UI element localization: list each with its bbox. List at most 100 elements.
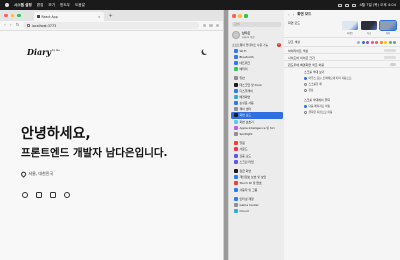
appearance-option[interactable]: 자동 (379, 20, 397, 35)
close-window-button[interactable] (4, 13, 8, 18)
theme-toggle-moon-icon[interactable] (203, 48, 209, 54)
zoom-window-button[interactable] (17, 13, 21, 18)
sidebar-item-icon (233, 147, 238, 152)
blog-icon[interactable] (64, 192, 70, 198)
instagram-icon[interactable] (50, 192, 56, 198)
accent-color-swatch[interactable] (366, 40, 369, 44)
account-row[interactable]: 남다은 Apple 계정 (229, 30, 284, 39)
highlight-select[interactable] (384, 49, 396, 52)
sidebar-item[interactable]: 화면 보호기 (231, 119, 283, 125)
menu-bar: 시스템 설정 편집 보기 윈도우 도움말 4월 7일 (목) 오후 4:04 (0, 0, 400, 10)
radio-icon (304, 88, 307, 92)
accent-color-swatch[interactable] (361, 40, 365, 44)
settings-minimize-button[interactable] (238, 14, 242, 18)
sidebar-item-icon (233, 159, 238, 164)
appearance-option[interactable]: 라이트 (342, 21, 358, 35)
sidebar-item[interactable]: Bluetooth (231, 54, 283, 60)
accent-color-swatch[interactable] (379, 40, 383, 44)
accent-color-swatch[interactable] (388, 40, 392, 44)
wallpaper-tint-toggle[interactable] (390, 63, 396, 66)
browser-tab[interactable]: React App × (33, 12, 104, 21)
site-info-icon[interactable] (27, 24, 30, 27)
sidebar-item[interactable]: 사운드 (231, 146, 283, 152)
site-logo[interactable]: Diaryby me (27, 47, 60, 57)
linkedin-icon[interactable] (36, 192, 42, 198)
settings-search-input[interactable]: 검색 (232, 21, 281, 27)
sidebar-item-label: 화면 보호기 (239, 119, 254, 124)
appearance-option-label: 라이트 (346, 32, 354, 35)
forward-icon[interactable]: › (10, 23, 12, 28)
github-icon[interactable] (22, 192, 28, 198)
apple-menu-icon[interactable] (5, 3, 9, 7)
sidebar-item[interactable]: iCloud (231, 208, 283, 214)
accent-color-swatch[interactable] (375, 40, 378, 44)
sidebar-item-icon (233, 101, 238, 106)
browser-window: React App × + ‹ › ↻ localhost:3773 Diary… (0, 10, 224, 260)
click-section-label: 스크롤 막대에서 클릭 (304, 98, 330, 102)
back-icon[interactable]: ‹ (4, 23, 6, 28)
sidebar-item-icon (233, 196, 238, 201)
extensions-icon[interactable] (202, 23, 206, 28)
accent-row: 강조 색상 (284, 38, 400, 47)
address-bar[interactable]: localhost:3773 (23, 22, 199, 29)
accent-color-swatch[interactable] (384, 40, 387, 44)
browser-menu-icon[interactable] (215, 23, 219, 28)
sidebar-item-label: Game Center (239, 202, 259, 207)
web-page: Diaryby me 안녕하세요, 프론트엔드 개발자 남다은입니다. 서울, … (0, 31, 223, 260)
accent-color-options (357, 38, 396, 46)
sidebar-item[interactable]: 집중 모드 (231, 153, 283, 159)
sidebar-item-label: 사용자 및 그룹 (239, 187, 258, 192)
control-center-icon[interactable] (352, 3, 357, 7)
sidebar-item-icon (233, 125, 238, 130)
sidebar-item-icon (233, 107, 238, 112)
tab-close-icon[interactable]: × (98, 15, 101, 19)
click-option-next-page-label: 다음 페이지로 이동 (308, 104, 331, 108)
sidebar-item-label: Wi-Fi (239, 48, 247, 53)
sidebar-item-label: 화면 모드 (239, 113, 252, 118)
location: 서울, 대한민국 (20, 170, 54, 178)
radio-icon (304, 110, 307, 114)
accent-label: 강조 색상 (288, 40, 300, 44)
reload-icon[interactable]: ↻ (16, 23, 20, 28)
sidebar-item-icon (233, 181, 238, 186)
forward-nav-icon[interactable]: › (293, 12, 295, 17)
sidebar-item-label: 네트워크 (239, 60, 251, 65)
battery-icon[interactable] (338, 3, 343, 7)
settings-zoom-button[interactable] (244, 14, 248, 18)
accent-color-swatch[interactable] (370, 40, 374, 44)
sidebar-item-label: 제어 센터 (239, 107, 252, 112)
profile-icon[interactable] (209, 23, 213, 28)
accent-color-swatch[interactable] (357, 40, 360, 44)
sidebar-item-icon (233, 153, 238, 158)
sidebar-item[interactable]: 인터넷 계정 (231, 196, 283, 202)
back-nav-icon[interactable]: ‹ (288, 12, 290, 17)
settings-close-button[interactable] (232, 14, 236, 18)
menu-view[interactable]: 보기 (48, 3, 55, 8)
accent-color-swatch[interactable] (393, 40, 396, 44)
sidebar-icon-size-label: 사이드바 아이콘 크기 (288, 56, 315, 60)
settings-header: ‹ › 화면 모드 (284, 10, 400, 19)
radio-selected-icon (304, 104, 307, 108)
wifi-icon[interactable] (345, 3, 350, 7)
site-logo-text: Diary (27, 47, 52, 57)
appearance-label: 화면 모드 (288, 21, 300, 25)
sidebar-item-label: 스크린 타임 (239, 159, 254, 164)
appearance-option[interactable]: 다크 (361, 21, 377, 35)
scrollbar-option-always[interactable]: 항상 (284, 87, 400, 93)
wallpaper-tint-row: 윈도우에 배경화면 색조 허용 (284, 61, 400, 68)
sidebar-icon-size-select[interactable] (384, 56, 396, 59)
sidebar-item[interactable]: 데스크탑 및 Dock (231, 81, 283, 87)
menu-window[interactable]: 윈도우 (60, 3, 70, 8)
location-text: 서울, 대한민국 (28, 171, 54, 176)
menu-edit[interactable]: 편집 (37, 3, 44, 8)
sidebar-item[interactable]: Wi-Fi (231, 48, 283, 54)
sidebar-item-icon (233, 88, 238, 93)
new-tab-button[interactable]: + (109, 13, 113, 19)
minimize-window-button[interactable] (10, 13, 14, 18)
sidebar-item[interactable]: 화면 모드 (230, 112, 283, 119)
click-option-jump[interactable]: 클릭한 지점으로 이동 (284, 109, 400, 115)
menu-app-name[interactable]: 시스템 설정 (14, 3, 32, 8)
sidebar-item[interactable]: 디스플레이 (231, 88, 283, 94)
menu-help[interactable]: 도움말 (75, 3, 85, 8)
menu-clock[interactable]: 4월 7일 (목) 오후 4:04 (359, 3, 396, 8)
